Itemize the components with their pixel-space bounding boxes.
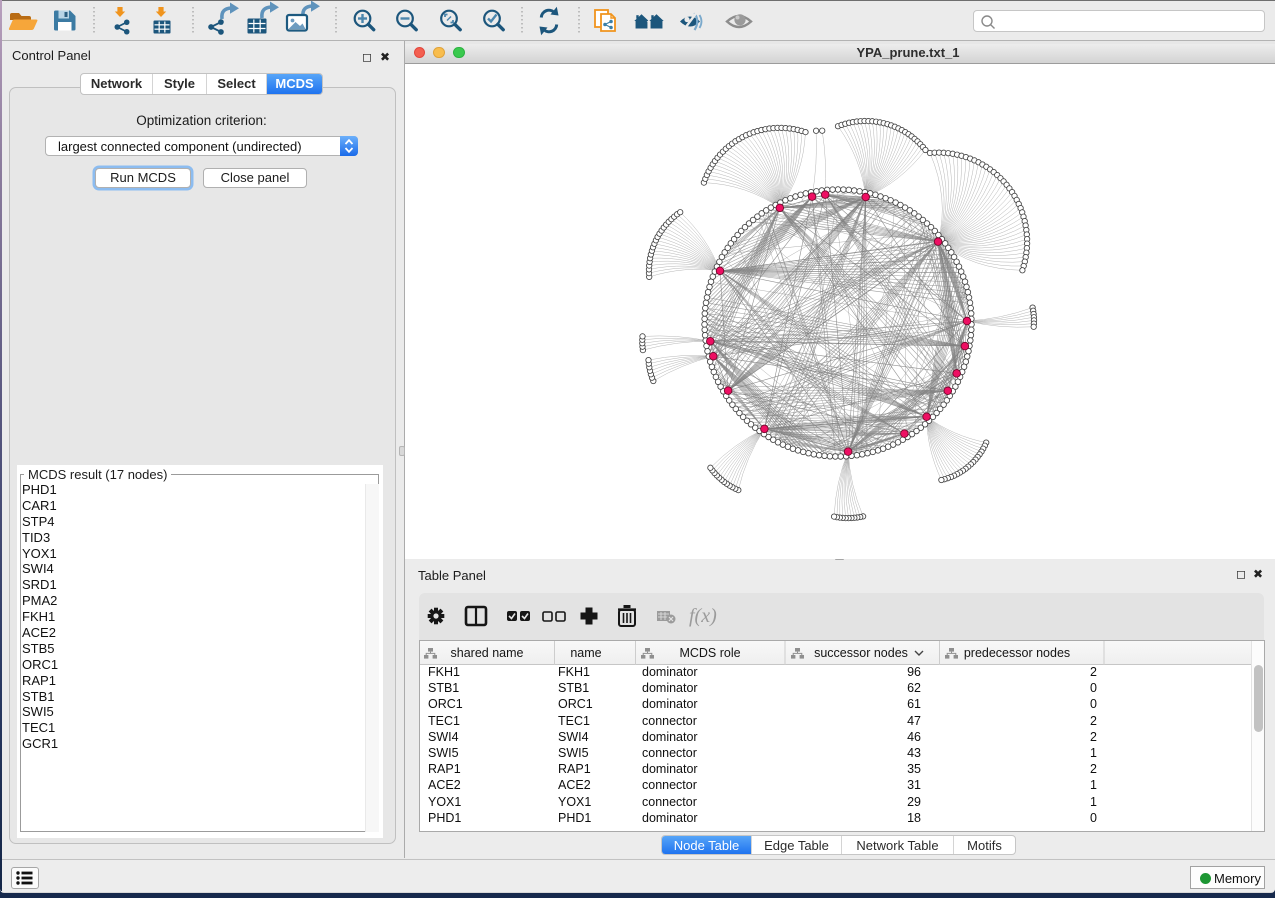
svg-text:successor nodes: successor nodes (814, 646, 908, 660)
svg-text:shared name: shared name (451, 646, 524, 660)
svg-text:f(x): f(x) (689, 605, 717, 627)
svg-text:MCDS role: MCDS role (679, 646, 740, 660)
svg-text:predecessor nodes: predecessor nodes (964, 646, 1070, 660)
svg-text:name: name (570, 646, 601, 660)
